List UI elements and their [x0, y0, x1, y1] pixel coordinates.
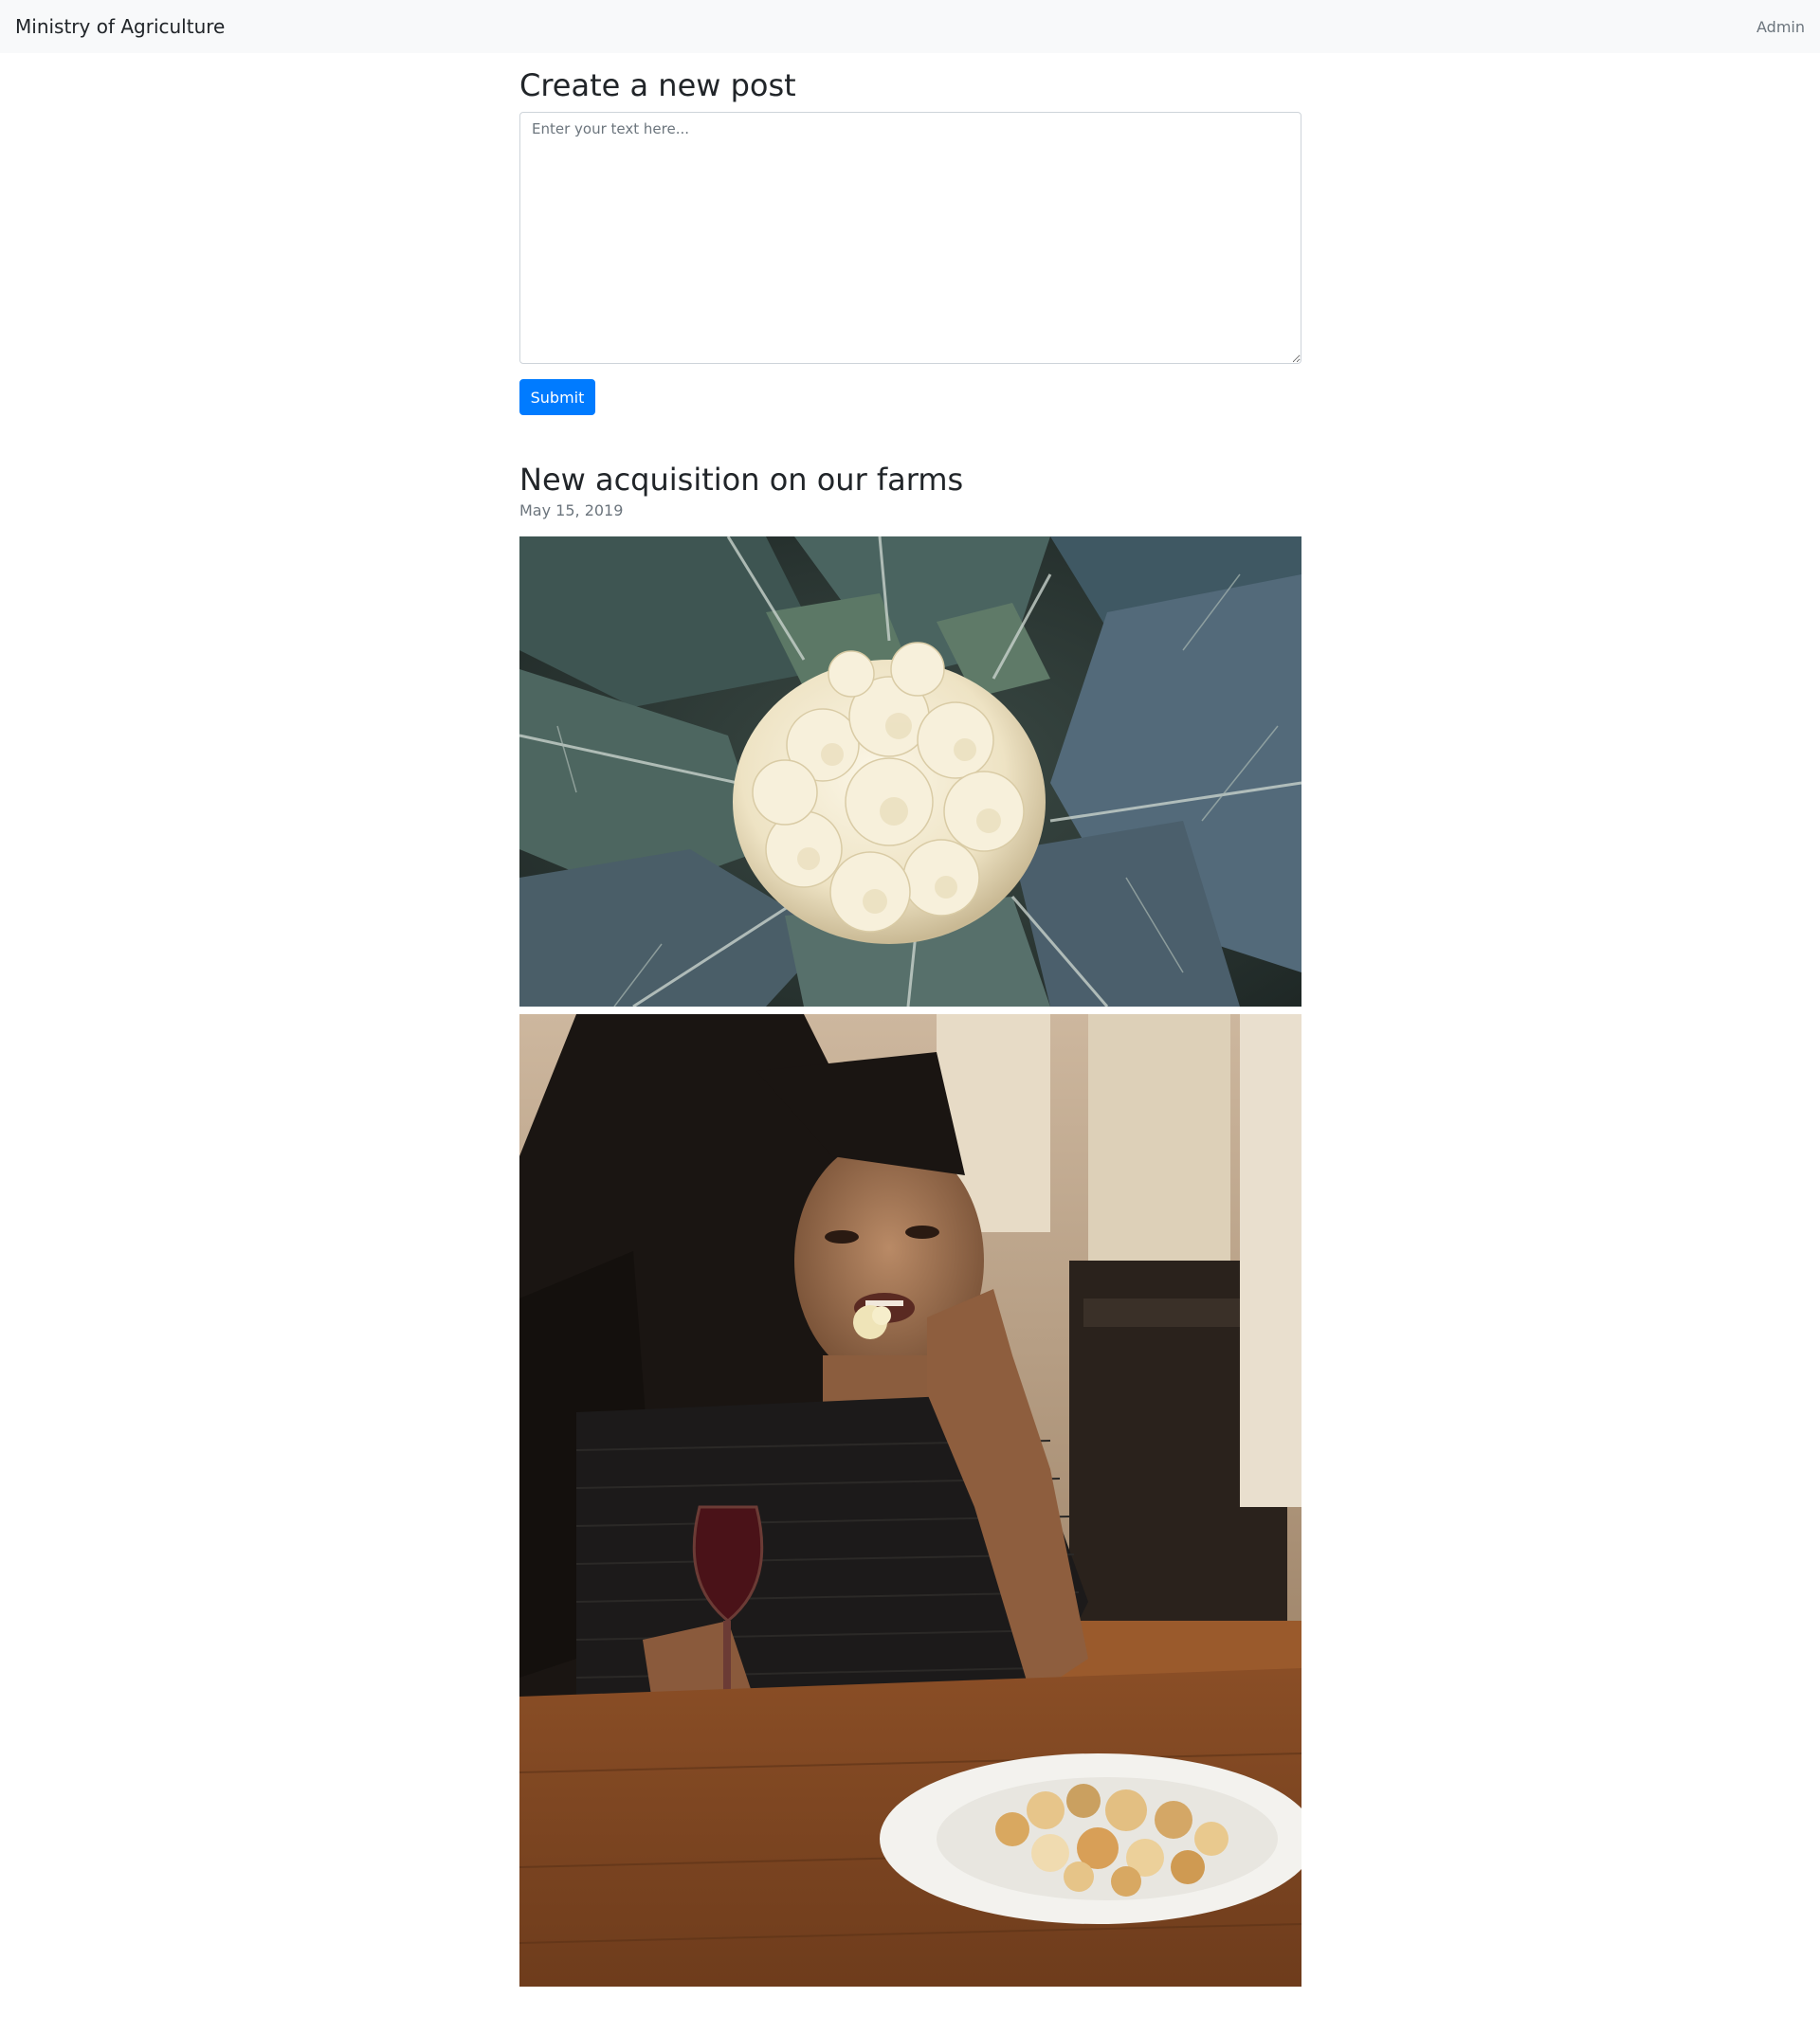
navbar: Ministry of Agriculture Admin	[0, 0, 1820, 53]
post-title: New acquisition on our farms	[519, 462, 964, 498]
submit-button[interactable]: Submit	[519, 379, 595, 415]
navbar-brand[interactable]: Ministry of Agriculture	[15, 14, 225, 39]
post-date: May 15, 2019	[519, 501, 624, 519]
cauliflower-plant-photo	[519, 536, 1301, 1007]
create-post-heading: Create a new post	[519, 67, 796, 103]
admin-link[interactable]: Admin	[1756, 18, 1805, 37]
post-text-input[interactable]	[519, 112, 1301, 364]
woman-eating-cauliflower-photo	[519, 1014, 1301, 1987]
